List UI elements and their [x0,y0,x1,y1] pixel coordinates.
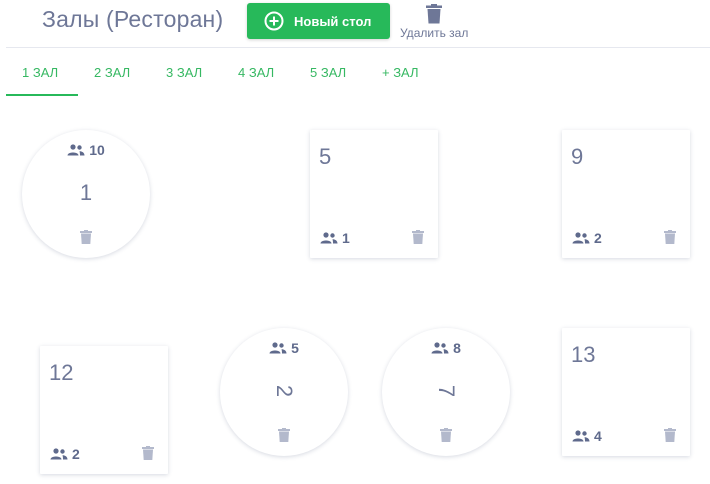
seat-count: 2 [572,230,602,246]
tab-hall-4[interactable]: 4 ЗАЛ [238,65,274,80]
plus-circle-icon [264,11,284,31]
trash-icon[interactable] [412,230,424,244]
tab-hall-2[interactable]: 2 ЗАЛ [94,65,130,80]
delete-hall-button[interactable]: Удалить зал [398,4,472,42]
trash-icon[interactable] [142,446,154,460]
new-table-button[interactable]: Новый стол [247,3,390,39]
people-icon [572,430,590,442]
seat-count: 10 [22,142,150,158]
table-number: 1 [79,180,93,205]
seat-count: 2 [50,446,80,462]
trash-icon[interactable] [440,428,452,442]
delete-hall-label: Удалить зал [400,26,469,40]
table-number: 5 [319,144,332,169]
people-icon [50,448,68,460]
tab-add-hall[interactable]: + ЗАЛ [382,65,419,80]
active-tab-indicator [6,94,78,96]
trash-icon[interactable] [80,230,92,244]
table-card-2[interactable]: 5 2 [220,328,348,456]
halls-page: Залы (Ресторан) Новый стол Удалить зал 1… [0,0,710,484]
people-icon [572,232,590,244]
table-card-5[interactable]: 5 1 [310,130,438,258]
table-number: 9 [571,144,584,169]
seat-count: 4 [572,428,602,444]
trash-icon[interactable] [664,428,676,442]
table-number: 13 [571,342,596,367]
table-card-9[interactable]: 9 2 [562,130,690,258]
table-card-7[interactable]: 8 7 [382,328,510,456]
new-table-label: Новый стол [294,13,372,29]
people-icon [67,144,85,156]
table-card-1[interactable]: 10 1 [22,130,150,258]
tab-hall-3[interactable]: 3 ЗАЛ [166,65,202,80]
table-card-13[interactable]: 13 4 [562,328,690,456]
trash-icon [426,4,442,24]
tab-hall-1[interactable]: 1 ЗАЛ [22,65,58,80]
trash-icon[interactable] [278,428,290,442]
seat-count: 1 [320,230,350,246]
header-divider [6,47,710,48]
tab-hall-5[interactable]: 5 ЗАЛ [310,65,346,80]
page-title: Залы (Ресторан) [42,6,224,32]
people-icon [320,232,338,244]
table-number: 12 [49,360,74,385]
table-card-12[interactable]: 12 2 [40,346,168,474]
trash-icon[interactable] [664,230,676,244]
